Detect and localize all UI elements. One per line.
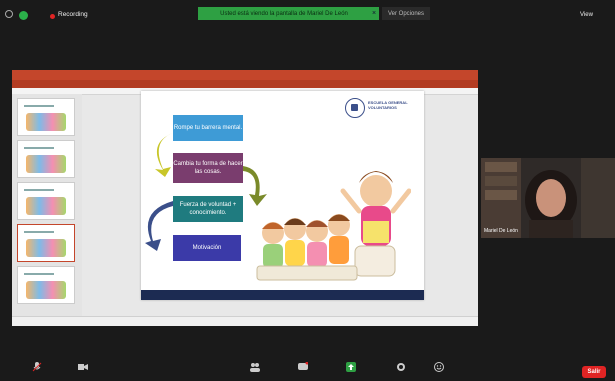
- slide-thumbnail[interactable]: [17, 266, 75, 304]
- mute-icon[interactable]: [32, 362, 42, 372]
- step-4: Motivación: [173, 235, 241, 261]
- share-screen-icon[interactable]: [346, 362, 356, 372]
- arrow-icon: [145, 201, 173, 251]
- slide-thumbnail[interactable]: [17, 98, 75, 136]
- participant-video: [481, 158, 615, 238]
- slide-footer-band: [141, 290, 424, 300]
- video-icon[interactable]: [78, 362, 88, 372]
- participants-icon[interactable]: [250, 362, 260, 372]
- recording-dot-icon: [50, 14, 55, 19]
- slide-thumbnail-selected[interactable]: [17, 224, 75, 262]
- shared-screen-powerpoint: ESCUELA GENERAL VOLUNTARIOS Rompe tu bar…: [12, 70, 478, 326]
- current-slide: ESCUELA GENERAL VOLUNTARIOS Rompe tu bar…: [141, 91, 424, 300]
- step-3: Fuerza de voluntad + conocimiento.: [173, 196, 243, 222]
- ppt-title-bar: [12, 70, 478, 80]
- step-2: Cambia tu forma de hacer las cosas.: [173, 153, 243, 183]
- children-illustration: [256, 171, 411, 281]
- participant-video-tile[interactable]: Mariel De León: [481, 158, 615, 238]
- slide-thumbnail-pane: [12, 94, 82, 316]
- meeting-top-bar: Recording Usted está viendo la pantalla …: [0, 0, 615, 28]
- info-icon[interactable]: [5, 10, 13, 18]
- record-icon[interactable]: [396, 362, 406, 372]
- ppt-status-bar: [12, 316, 478, 326]
- ppt-ribbon: [12, 80, 478, 88]
- slide-thumbnail[interactable]: [17, 140, 75, 178]
- step-1: Rompe tu barrera mental.: [173, 115, 243, 141]
- view-options-button[interactable]: Ver Opciones: [382, 7, 430, 20]
- meeting-toolbar: [0, 356, 615, 381]
- share-banner: Usted está viendo la pantalla de Mariel …: [198, 7, 370, 20]
- leave-button[interactable]: Salir: [582, 366, 606, 378]
- chat-icon[interactable]: [298, 362, 308, 372]
- close-banner-button[interactable]: ×: [369, 7, 379, 20]
- recording-label[interactable]: Recording: [58, 11, 88, 18]
- shield-icon[interactable]: [19, 11, 28, 20]
- arrow-icon: [155, 133, 173, 177]
- reactions-icon[interactable]: [434, 362, 444, 372]
- participant-name: Mariel De León: [484, 228, 518, 234]
- slide-thumbnail[interactable]: [17, 182, 75, 220]
- view-button[interactable]: View: [580, 12, 593, 18]
